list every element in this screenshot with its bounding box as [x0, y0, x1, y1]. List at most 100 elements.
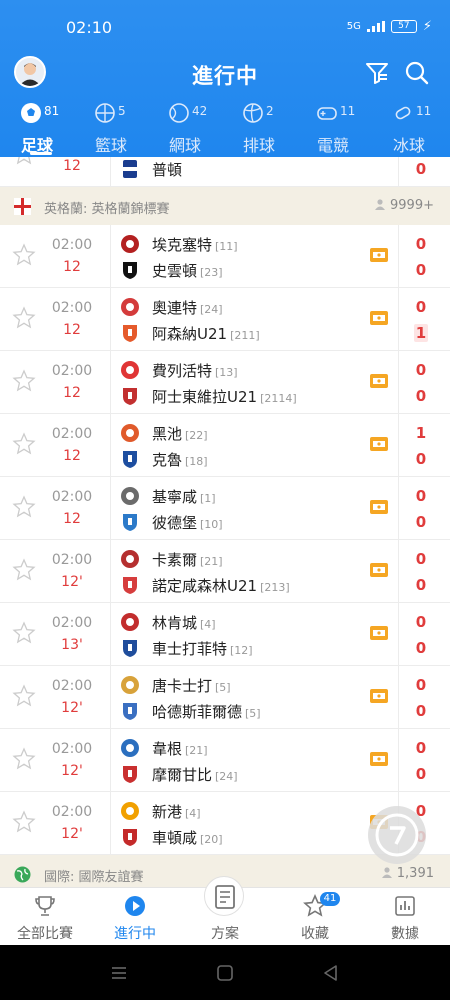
team-badge-icon: [121, 739, 139, 757]
team-name-text: 阿森納U21: [152, 325, 228, 343]
match-row[interactable]: 12 普頓 0: [0, 157, 450, 187]
live-video-icon[interactable]: [370, 752, 388, 766]
match-row[interactable]: 02:00 12 黑池 [22] 克魯 [18] 1 0: [0, 414, 450, 477]
filter-icon[interactable]: [364, 60, 390, 86]
home-score: 0: [415, 298, 427, 316]
volleyball-icon: [243, 103, 263, 123]
match-row[interactable]: 02:00 12 奧連特 [24] 阿森納U21 [211] 0 1: [0, 288, 450, 351]
team-name: 車頓咸 [20]: [152, 827, 223, 848]
home-score: 0: [415, 361, 427, 379]
live-video-icon[interactable]: [370, 374, 388, 388]
league-header[interactable]: 英格蘭: 英格蘭錦標賽 9999+: [0, 187, 450, 225]
team-name-text: 摩爾甘比: [152, 766, 213, 784]
live-video-icon[interactable]: [370, 248, 388, 262]
viewer-count-value: 9999+: [390, 198, 434, 213]
match-row[interactable]: 02:00 12' 韋根 [21] 摩爾甘比 [24] 0 0: [0, 729, 450, 792]
match-time: 02:00: [51, 741, 93, 757]
tab-count: 81: [44, 104, 60, 118]
nav-label: 收藏: [301, 926, 329, 942]
away-score: 1: [414, 324, 428, 342]
hockey-puck-icon: [395, 106, 411, 120]
team-name: 韋根 [21]: [152, 738, 208, 759]
nav-live[interactable]: 進行中: [90, 888, 180, 946]
team-name-text: 卡素爾: [152, 551, 198, 569]
star-icon[interactable]: [12, 306, 36, 330]
tab-soccer[interactable]: 81 足球: [0, 100, 74, 157]
live-video-icon[interactable]: [370, 500, 388, 514]
bar-chart-icon: [395, 896, 415, 916]
nav-stats[interactable]: 數據: [360, 888, 450, 946]
divider: [110, 351, 111, 414]
nav-plans[interactable]: 方案: [180, 876, 270, 946]
away-score: 0: [415, 513, 427, 531]
battery-icon: 57: [390, 20, 417, 33]
match-row[interactable]: 02:00 12 埃克塞特 [11] 史雲頓 [23] 0 0: [0, 225, 450, 288]
match-time: 02:00: [51, 426, 93, 442]
star-icon[interactable]: [12, 747, 36, 771]
back-icon[interactable]: [322, 964, 340, 982]
match-row[interactable]: 02:00 12 基寧咸 [1] 彼德堡 [10] 0 0: [0, 477, 450, 540]
nav-all-matches[interactable]: 全部比賽: [0, 888, 90, 946]
menu-icon[interactable]: [110, 964, 128, 982]
tab-volleyball[interactable]: 2 排球: [222, 100, 296, 157]
team-name: 唐卡士打 [5]: [152, 675, 231, 696]
tab-hockey[interactable]: 11 冰球: [372, 100, 446, 157]
divider: [398, 603, 399, 666]
away-score: 0: [415, 387, 427, 405]
match-minute: 12: [63, 448, 81, 464]
match-list[interactable]: 12 普頓 0 英格蘭: 英格蘭錦標賽 9999+ 02:00 12 埃克塞特 [11…: [0, 157, 450, 887]
home-score: 0: [415, 613, 427, 631]
match-row[interactable]: 02:00 12 費列活特 [13] 阿士東維拉U21 [2114] 0 0: [0, 351, 450, 414]
live-video-icon[interactable]: [370, 437, 388, 451]
star-icon[interactable]: [12, 243, 36, 267]
live-video-icon[interactable]: [370, 563, 388, 577]
tab-esports[interactable]: 11 電競: [296, 100, 370, 157]
team-rank: [4]: [185, 807, 201, 820]
live-video-icon[interactable]: [370, 311, 388, 325]
team-badge-icon: [121, 424, 139, 442]
team-rank: [11]: [215, 240, 238, 253]
live-video-icon[interactable]: [370, 689, 388, 703]
team-rank: [13]: [215, 366, 238, 379]
team-rank: [213]: [260, 581, 290, 594]
team-name: 克魯 [18]: [152, 449, 208, 470]
away-score: 0: [415, 160, 427, 178]
nav-label: 全部比賽: [17, 926, 73, 942]
match-row[interactable]: 02:00 13' 林肯城 [4] 車士打菲特 [12] 0 0: [0, 603, 450, 666]
star-icon[interactable]: [12, 369, 36, 393]
star-icon[interactable]: [12, 495, 36, 519]
team-name: 新港 [4]: [152, 801, 201, 822]
star-icon[interactable]: [12, 558, 36, 582]
match-row[interactable]: 02:00 12' 唐卡士打 [5] 哈德斯菲爾德 [5] 0 0: [0, 666, 450, 729]
team-name-text: 黑池: [152, 425, 183, 443]
team-badge-icon: [123, 160, 137, 178]
team-rank: [2114]: [260, 392, 297, 405]
tab-count: 2: [266, 104, 274, 118]
status-time: 02:10: [66, 18, 113, 37]
match-minute: 12: [63, 322, 81, 338]
tab-tennis[interactable]: 42 網球: [148, 100, 222, 157]
tab-label: 籃球: [94, 136, 127, 155]
team-name: 阿森納U21 [211]: [152, 323, 260, 344]
team-name: 史雲頓 [23]: [152, 260, 223, 281]
star-icon[interactable]: [12, 621, 36, 645]
nav-label: 數據: [391, 926, 419, 942]
home-icon[interactable]: [216, 964, 234, 982]
tab-basketball[interactable]: 5 籃球: [74, 100, 148, 157]
divider: [398, 414, 399, 477]
divider: [398, 729, 399, 792]
floating-action-button[interactable]: [368, 806, 426, 864]
nav-favorites[interactable]: 41 收藏: [270, 888, 360, 946]
star-icon[interactable]: [12, 810, 36, 834]
tab-count: 5: [118, 104, 126, 118]
star-icon[interactable]: [12, 157, 36, 166]
team-name: 普頓: [152, 161, 183, 179]
star-icon[interactable]: [12, 684, 36, 708]
match-row[interactable]: 02:00 12' 卡素爾 [21] 諾定咸森林U21 [213] 0 0: [0, 540, 450, 603]
live-video-icon[interactable]: [370, 626, 388, 640]
divider: [110, 288, 111, 351]
star-icon[interactable]: [12, 432, 36, 456]
search-icon[interactable]: [404, 60, 430, 86]
tab-count: 42: [192, 104, 208, 118]
team-badge-icon: [121, 550, 139, 568]
